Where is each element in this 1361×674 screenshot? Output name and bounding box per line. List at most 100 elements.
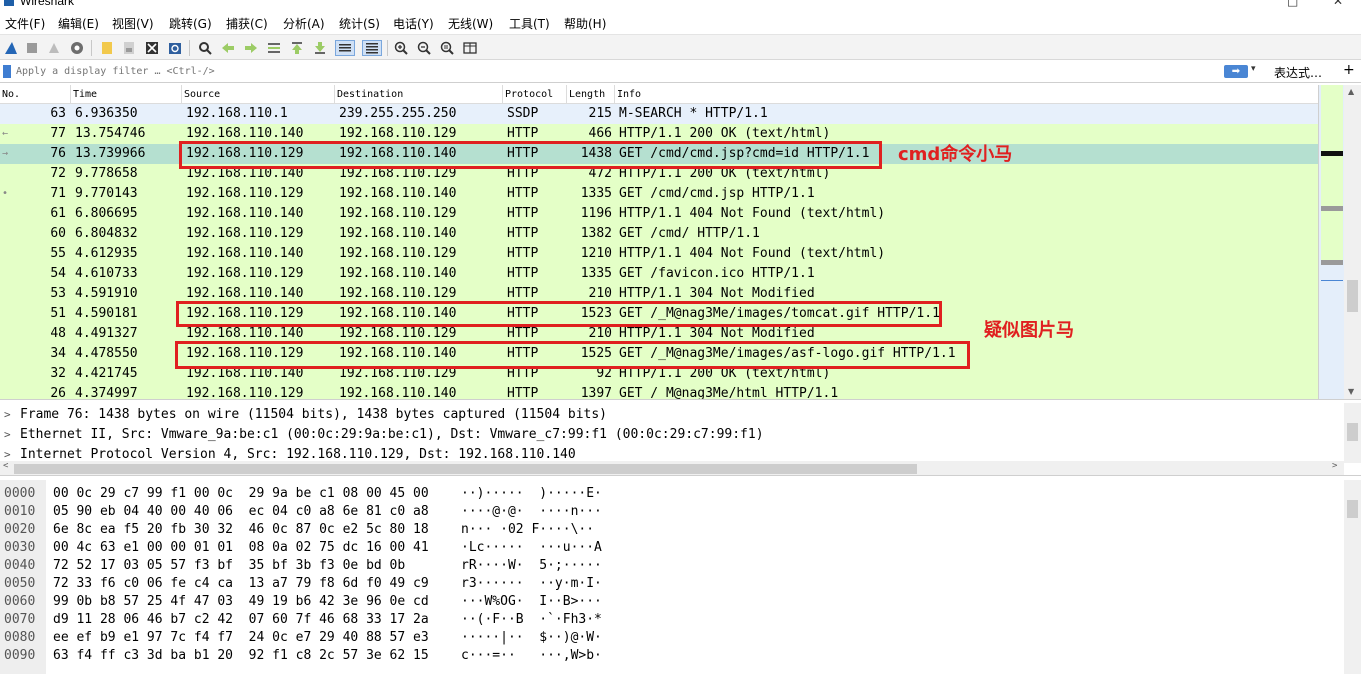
- last-packet-icon[interactable]: [312, 40, 328, 56]
- packet-row[interactable]: 61 6.806695 192.168.110.140 192.168.110.129…: [0, 204, 1318, 224]
- packet-cell-no: 51: [50, 306, 66, 321]
- scrollbar-thumb[interactable]: [1347, 280, 1358, 312]
- packet-row[interactable]: 26 4.374997 192.168.110.129 192.168.110.140…: [0, 384, 1318, 400]
- menu-file[interactable]: 文件(F): [5, 15, 45, 32]
- close-file-icon[interactable]: [144, 40, 160, 56]
- menu-go[interactable]: 跳转(G): [169, 15, 212, 32]
- packet-row[interactable]: 34 4.478550 192.168.110.129 192.168.110.140…: [0, 344, 1318, 364]
- col-header-time[interactable]: Time: [71, 85, 182, 104]
- bytes-scrollbar[interactable]: [1344, 480, 1361, 674]
- packet-row[interactable]: 72 9.778658 192.168.110.140 192.168.110.129…: [0, 164, 1318, 184]
- packet-cell-dst: 192.168.110.140: [339, 386, 457, 400]
- bytes-off: 0090: [4, 648, 36, 663]
- scroll-left-icon[interactable]: <: [3, 461, 8, 471]
- packet-cell-src: 192.168.110.140: [186, 246, 304, 261]
- packet-cell-src: 192.168.110.140: [186, 366, 304, 381]
- scroll-right-icon[interactable]: >: [1332, 461, 1337, 471]
- expand-arrow-icon[interactable]: >: [4, 425, 11, 445]
- menu-statistics[interactable]: 统计(S): [339, 15, 380, 32]
- col-header-source[interactable]: Source: [182, 85, 335, 104]
- auto-scroll-icon[interactable]: [335, 40, 355, 56]
- menu-capture[interactable]: 捕获(C): [226, 15, 268, 32]
- col-header-protocol[interactable]: Protocol: [503, 85, 567, 104]
- packet-cell-no: 76: [50, 146, 66, 161]
- packet-minimap[interactable]: [1318, 85, 1344, 399]
- bytes-off: 0040: [4, 558, 36, 573]
- first-packet-icon[interactable]: [289, 40, 305, 56]
- details-vertical-scrollbar[interactable]: [1344, 403, 1361, 463]
- bookmark-icon[interactable]: [3, 65, 11, 78]
- scrollbar-thumb[interactable]: [14, 464, 917, 474]
- menu-view[interactable]: 视图(V): [112, 15, 154, 32]
- packet-row[interactable]: • 71 9.770143 192.168.110.129 192.168.110.14…: [0, 184, 1318, 204]
- restart-capture-icon[interactable]: [46, 40, 62, 56]
- packet-row[interactable]: 55 4.612935 192.168.110.140 192.168.110.129…: [0, 244, 1318, 264]
- packet-row[interactable]: ← 77 13.754746 192.168.110.140 192.168.110.1…: [0, 124, 1318, 144]
- packet-cell-len: 92: [596, 366, 612, 381]
- bytes-off: 0060: [4, 594, 36, 609]
- expand-arrow-icon[interactable]: >: [4, 405, 11, 425]
- add-filter-button[interactable]: +: [1343, 62, 1355, 78]
- packet-row[interactable]: 48 4.491327 192.168.110.140 192.168.110.129…: [0, 324, 1318, 344]
- chevron-down-icon[interactable]: ▾: [1251, 64, 1256, 74]
- go-to-packet-icon[interactable]: [266, 40, 282, 56]
- go-back-icon[interactable]: [220, 40, 236, 56]
- resize-columns-icon[interactable]: [462, 40, 478, 56]
- packet-list-scrollbar[interactable]: ▲ ▼: [1344, 85, 1361, 399]
- reload-file-icon[interactable]: [167, 40, 183, 56]
- scrollbar-thumb[interactable]: [1347, 500, 1358, 518]
- find-packet-icon[interactable]: [197, 40, 213, 56]
- stop-capture-icon[interactable]: [24, 40, 40, 56]
- menu-analyze[interactable]: 分析(A): [283, 15, 325, 32]
- zoom-out-icon[interactable]: [416, 40, 432, 56]
- menu-telephony[interactable]: 电话(Y): [393, 15, 434, 32]
- scroll-down-icon[interactable]: ▼: [1348, 387, 1354, 396]
- packet-cell-dst: 192.168.110.140: [339, 146, 457, 161]
- menu-edit[interactable]: 编辑(E): [58, 15, 99, 32]
- menu-wireless[interactable]: 无线(W): [448, 15, 493, 32]
- col-header-info[interactable]: Info: [615, 85, 1318, 104]
- zoom-normal-icon[interactable]: [439, 40, 455, 56]
- col-header-destination[interactable]: Destination: [335, 85, 503, 104]
- bytes-hex: 00 4c 63 e1 00 00 01 01 08 0a 02 75 dc 1…: [53, 540, 429, 555]
- packet-cell-info: HTTP/1.1 404 Not Found (text/html): [619, 246, 886, 261]
- packet-cell-info: GET /cmd/cmd.jsp?cmd=id HTTP/1.1: [619, 146, 870, 161]
- packet-cell-info: GET /cmd/cmd.jsp HTTP/1.1: [619, 186, 815, 201]
- bytes-off: 0050: [4, 576, 36, 591]
- open-file-icon[interactable]: [99, 40, 115, 56]
- packet-cell-dst: 239.255.255.250: [339, 106, 457, 121]
- packet-cell-info: HTTP/1.1 404 Not Found (text/html): [619, 206, 886, 221]
- details-horizontal-scrollbar[interactable]: < >: [0, 461, 1344, 475]
- expression-button[interactable]: 表达式…: [1274, 64, 1322, 81]
- colorize-icon[interactable]: [362, 40, 382, 56]
- packet-row[interactable]: 51 4.590181 192.168.110.129 192.168.110.140…: [0, 304, 1318, 324]
- scroll-up-icon[interactable]: ▲: [1348, 87, 1354, 96]
- packet-row[interactable]: 32 4.421745 192.168.110.140 192.168.110.129…: [0, 364, 1318, 384]
- col-header-no[interactable]: No.: [0, 85, 71, 104]
- capture-options-icon[interactable]: [69, 40, 85, 56]
- menu-help[interactable]: 帮助(H): [564, 15, 606, 32]
- packet-row[interactable]: 63 6.936350 192.168.110.1 239.255.255.250 SS…: [0, 104, 1318, 124]
- bytes-ascii: ····@·@· ····n···: [461, 504, 602, 519]
- restore-icon[interactable]: □: [1287, 0, 1298, 8]
- packet-cell-src: 192.168.110.140: [186, 166, 304, 181]
- col-header-length[interactable]: Length: [567, 85, 615, 104]
- packet-cell-proto: HTTP: [507, 306, 539, 321]
- packet-cell-time: 6.804832: [75, 226, 138, 241]
- zoom-in-icon[interactable]: [393, 40, 409, 56]
- apply-filter-arrow-icon[interactable]: ➡: [1224, 65, 1248, 78]
- close-icon[interactable]: ✕: [1333, 0, 1343, 8]
- go-forward-icon[interactable]: [243, 40, 259, 56]
- menu-tools[interactable]: 工具(T): [509, 15, 550, 32]
- packet-cell-dst: 192.168.110.140: [339, 346, 457, 361]
- save-file-icon[interactable]: [121, 40, 137, 56]
- packet-row[interactable]: 53 4.591910 192.168.110.140 192.168.110.129…: [0, 284, 1318, 304]
- packet-row[interactable]: 60 6.804832 192.168.110.129 192.168.110.140…: [0, 224, 1318, 244]
- packet-cell-time: 4.591910: [75, 286, 138, 301]
- packet-row[interactable]: → 76 13.739966 192.168.110.129 192.168.110.1…: [0, 144, 1318, 164]
- start-capture-icon[interactable]: [3, 40, 19, 56]
- display-filter-input[interactable]: [16, 63, 1242, 80]
- packet-cell-src: 192.168.110.129: [186, 306, 304, 321]
- packet-row[interactable]: 54 4.610733 192.168.110.129 192.168.110.140…: [0, 264, 1318, 284]
- packet-cell-len: 1438: [580, 146, 612, 161]
